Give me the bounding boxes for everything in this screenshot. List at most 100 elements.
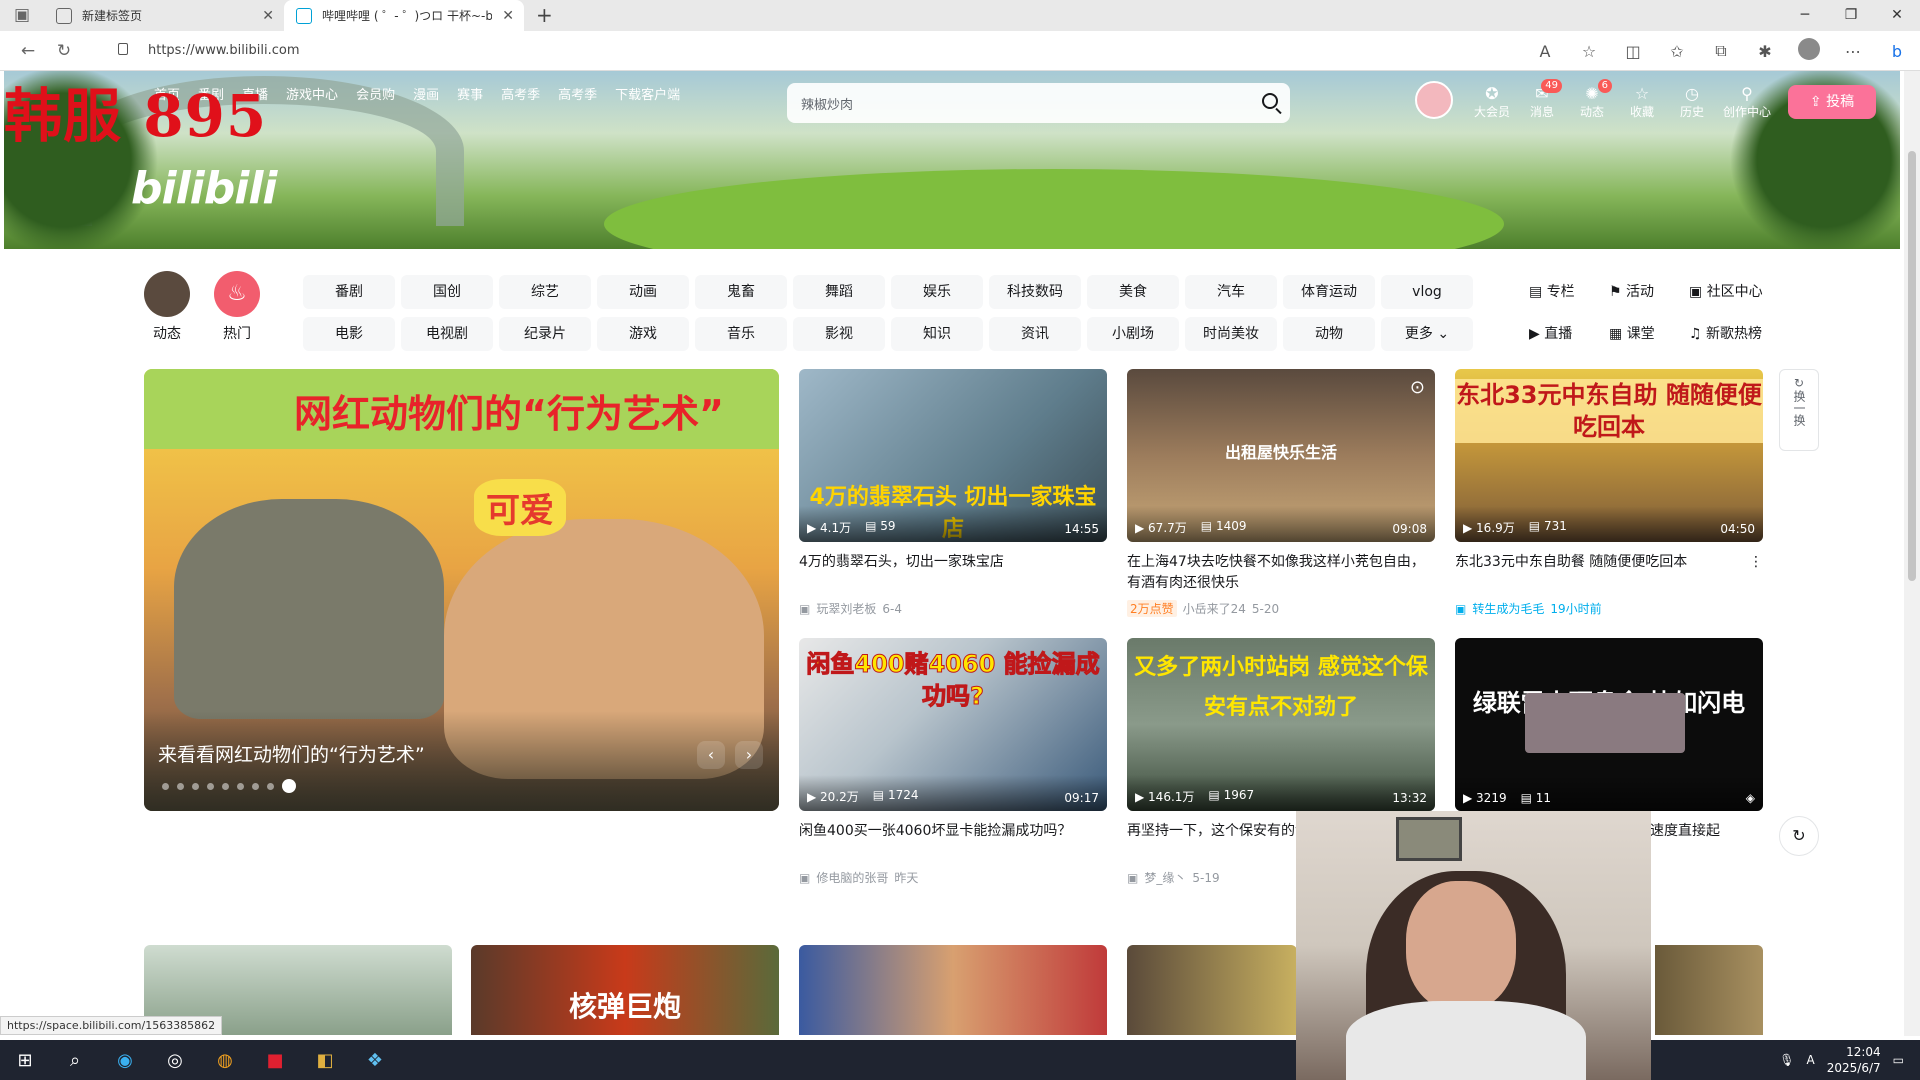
- video-thumbnail[interactable]: 绿联雷电硬盘盒 快如闪电 ▶ 3219▤ 11 ◈: [1455, 638, 1763, 811]
- user-avatar[interactable]: [1415, 81, 1453, 119]
- windows-start-icon[interactable]: ⊞: [0, 1050, 50, 1071]
- video-thumbnail[interactable]: 闲鱼400赌4060 能捡漏成功吗? ▶ 20.2万 ▤ 1724 09:17: [799, 638, 1107, 811]
- channel-item[interactable]: 音乐: [695, 317, 787, 351]
- refresh-button[interactable]: ↻ 换一换: [1779, 369, 1819, 451]
- lock-icon[interactable]: [118, 43, 128, 55]
- back-icon[interactable]: ←: [10, 41, 46, 61]
- featured-carousel[interactable]: 网红动物们的“行为艺术” 可爱 来看看网红动物们的“行为艺术” ‹ ›: [144, 369, 779, 811]
- nav-download-client[interactable]: 下载客户端: [615, 85, 680, 107]
- video-title[interactable]: 闲鱼400买一张4060坏显卡能捡漏成功吗？: [799, 821, 1107, 863]
- channel-item[interactable]: 美食: [1087, 275, 1179, 309]
- creator-center-entry[interactable]: ⚲ 创作中心: [1722, 85, 1772, 120]
- carousel-dot-active[interactable]: [282, 779, 296, 793]
- video-thumbnail[interactable]: 东北33元中东自助 随随便便吃回本 ▶ 16.9万 ▤ 731 04:50: [1455, 369, 1763, 542]
- nav-game-center[interactable]: 游戏中心: [286, 85, 338, 107]
- mic-icon[interactable]: 🎙: [1779, 1053, 1794, 1067]
- minimize-icon[interactable]: ─: [1782, 0, 1828, 31]
- side-link-live[interactable]: ▶ 直播: [1529, 317, 1609, 351]
- video-title[interactable]: 东北33元中东自助餐 随随便便吃回本 ⋮: [1455, 552, 1763, 594]
- video-thumbnail[interactable]: [1127, 945, 1297, 1035]
- restore-icon[interactable]: ❐: [1828, 0, 1874, 31]
- video-thumbnail[interactable]: 出租屋快乐生活 ⊙ ▶ 67.7万 ▤ 1409 09:08: [1127, 369, 1435, 542]
- video-title[interactable]: 在上海47块去吃快餐不如像我这样小茺包自由，有酒有肉还很快乐: [1127, 552, 1435, 594]
- channel-item[interactable]: vlog: [1381, 275, 1473, 309]
- channel-item[interactable]: 国创: [401, 275, 493, 309]
- carousel-dot[interactable]: [237, 782, 244, 790]
- nav-manga[interactable]: 漫画: [413, 85, 439, 107]
- app-icon[interactable]: ❖: [350, 1050, 400, 1071]
- channel-item[interactable]: 资讯: [989, 317, 1081, 351]
- carousel-dot[interactable]: [192, 782, 199, 790]
- close-icon[interactable]: ✕: [262, 8, 274, 24]
- video-card[interactable]: 出租屋快乐生活 ⊙ ▶ 67.7万 ▤ 1409 09:08 在上海47块去吃快餐…: [1127, 369, 1435, 617]
- tab-actions-icon[interactable]: ▣: [0, 0, 44, 31]
- side-link-classroom[interactable]: ▦ 课堂: [1609, 317, 1689, 351]
- channel-item[interactable]: 纪录片: [499, 317, 591, 351]
- carousel-caption[interactable]: 来看看网红动物们的“行为艺术”: [158, 740, 425, 767]
- video-thumbnail[interactable]: 核弹巨炮: [471, 945, 779, 1035]
- floating-refresh-button[interactable]: ↻: [1779, 816, 1819, 856]
- channel-item[interactable]: 科技数码: [989, 275, 1081, 309]
- channel-item[interactable]: 影视: [793, 317, 885, 351]
- side-link-community[interactable]: ▣ 社区中心: [1689, 275, 1769, 309]
- channel-item[interactable]: 动画: [597, 275, 689, 309]
- channel-item[interactable]: 综艺: [499, 275, 591, 309]
- channel-item[interactable]: 游戏: [597, 317, 689, 351]
- video-author[interactable]: 梦_缘丶: [1144, 869, 1186, 886]
- search-icon[interactable]: [1262, 93, 1278, 109]
- ime-icon[interactable]: A: [1807, 1053, 1815, 1067]
- edge-icon[interactable]: ◉: [100, 1050, 150, 1071]
- side-link-music-chart[interactable]: ♫ 新歌热榜: [1689, 317, 1769, 351]
- channel-item[interactable]: 娱乐: [891, 275, 983, 309]
- video-author[interactable]: 修电脑的张哥: [816, 869, 888, 886]
- chevron-left-icon[interactable]: ‹: [697, 741, 725, 769]
- more-menu-icon[interactable]: ⋯: [1840, 42, 1866, 61]
- channel-item[interactable]: 汽车: [1185, 275, 1277, 309]
- vip-entry[interactable]: ✪ 大会员: [1472, 85, 1512, 120]
- video-thumbnail[interactable]: [799, 945, 1107, 1035]
- scrollbar[interactable]: [1904, 71, 1920, 1036]
- carousel-dot[interactable]: [252, 782, 259, 790]
- channel-item[interactable]: 时尚美妆: [1185, 317, 1277, 351]
- search-input[interactable]: 辣椒炒肉: [787, 83, 1290, 123]
- upload-button[interactable]: ⇪ 投稿: [1788, 85, 1876, 119]
- search-icon[interactable]: ⌕: [50, 1050, 100, 1071]
- nav-match[interactable]: 赛事: [457, 85, 483, 107]
- channel-item[interactable]: 鬼畜: [695, 275, 787, 309]
- nav-gaokao-1[interactable]: 高考季: [501, 85, 540, 107]
- channel-item[interactable]: 舞蹈: [793, 275, 885, 309]
- close-icon[interactable]: ✕: [502, 8, 514, 24]
- read-aloud-icon[interactable]: A: [1532, 42, 1558, 61]
- nav-gaokao-2[interactable]: 高考季: [558, 85, 597, 107]
- favorite-star-icon[interactable]: ☆: [1576, 42, 1602, 61]
- video-author[interactable]: 玩翠刘老板: [816, 600, 876, 617]
- history-entry[interactable]: ◷ 历史: [1672, 85, 1712, 120]
- collections-icon[interactable]: ⧉: [1708, 41, 1734, 61]
- carousel-dot[interactable]: [267, 782, 274, 790]
- message-entry[interactable]: ✉ 消息 49: [1522, 79, 1562, 120]
- favorites-icon[interactable]: ✩: [1664, 42, 1690, 61]
- video-thumbnail[interactable]: 又多了两小时站岗 感觉这个保安有点不对劲了 ▶ 146.1万 ▤ 1967 13:…: [1127, 638, 1435, 811]
- watch-later-icon[interactable]: ⊙: [1410, 377, 1425, 398]
- bilibili-logo[interactable]: bilibili: [131, 163, 277, 214]
- video-thumbnail[interactable]: [1655, 945, 1763, 1035]
- tab-new-tab[interactable]: 新建标签页 ✕: [44, 0, 284, 31]
- window-close-icon[interactable]: ✕: [1874, 0, 1920, 31]
- dynamic-entry[interactable]: ✺ 动态 6: [1572, 79, 1612, 120]
- more-options-icon[interactable]: ⋮: [1749, 552, 1763, 573]
- reload-icon[interactable]: ↻: [46, 41, 82, 61]
- profile-avatar[interactable]: [1796, 38, 1822, 64]
- new-tab-plus-icon[interactable]: +: [524, 0, 565, 31]
- favorites-entry[interactable]: ☆ 收藏: [1622, 85, 1662, 120]
- hot-quick-button[interactable]: ♨ 热门: [214, 271, 260, 343]
- app-icon[interactable]: ■: [250, 1050, 300, 1071]
- channel-item[interactable]: 电影: [303, 317, 395, 351]
- channel-item[interactable]: 小剧场: [1087, 317, 1179, 351]
- video-author[interactable]: 转生成为毛毛: [1472, 600, 1544, 617]
- extensions-icon[interactable]: ✱: [1752, 42, 1778, 61]
- channel-item[interactable]: 体育运动: [1283, 275, 1375, 309]
- carousel-dot[interactable]: [177, 782, 184, 790]
- carousel-dot[interactable]: [207, 782, 214, 790]
- channel-item[interactable]: 番剧: [303, 275, 395, 309]
- video-card[interactable]: 闲鱼400赌4060 能捡漏成功吗? ▶ 20.2万 ▤ 1724 09:17 闲…: [799, 638, 1107, 886]
